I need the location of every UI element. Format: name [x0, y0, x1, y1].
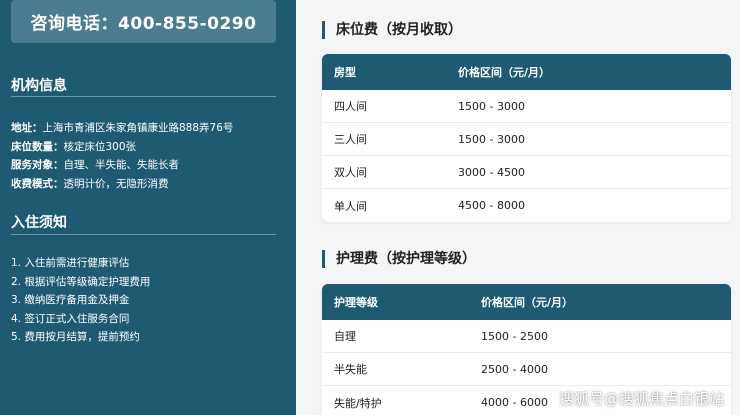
notice-divider: [11, 234, 276, 235]
info-value: 核定床位300张: [63, 140, 137, 153]
cell-price: 1500 - 3000: [458, 132, 525, 146]
org-info-title: 机构信息: [11, 78, 67, 94]
cell-price: 3000 - 4500: [458, 165, 525, 179]
notice-item: 2. 根据评估等级确定护理费用: [11, 275, 151, 288]
cell-price: 2500 - 4000: [481, 362, 548, 376]
cell-room-type: 单人间: [334, 199, 367, 213]
notice-list: 1. 入住前需进行健康评估 2. 根据评估等级确定护理费用 3. 缴纳医疗备用金…: [11, 254, 291, 347]
cell-care-level: 半失能: [334, 363, 367, 376]
cell-price: 4000 - 6000: [481, 396, 548, 409]
info-address: 地址：上海市青浦区朱家角镇康业路888弄76号: [11, 119, 291, 138]
notice-item: 1. 入住前需进行健康评估: [11, 257, 130, 269]
cell-price: 1500 - 3000: [458, 99, 525, 113]
info-key: 收费模式：: [11, 177, 64, 190]
cell-price: 1500 - 2500: [481, 329, 548, 343]
table-row: 三人间 1500 - 3000: [322, 123, 731, 156]
table-row: 单人间 4500 - 8000: [322, 189, 731, 222]
table-row: 四人间 1500 - 3000: [322, 90, 731, 123]
info-key: 地址：: [11, 122, 43, 134]
sidebar: 咨询电话：400-855-0290 机构信息 地址：上海市青浦区朱家角镇康业路8…: [0, 0, 296, 415]
table-header: 房型 价格区间（元/月）: [322, 54, 731, 90]
info-charge-mode: 收费模式：透明计价，无隐形消费: [11, 175, 291, 194]
cell-care-level: 失能/特护: [334, 396, 382, 410]
header-care-level: 护理等级: [334, 296, 378, 309]
org-info-divider: [11, 96, 276, 97]
header-price: 价格区间（元/月）: [481, 296, 574, 309]
info-value: 自理、半失能、失能长者: [63, 159, 180, 171]
info-key: 服务对象：: [11, 159, 64, 171]
cell-room-type: 双人间: [334, 166, 367, 179]
info-service-target: 服务对象：自理、半失能、失能长者: [11, 156, 291, 175]
table-row: 半失能 2500 - 4000: [322, 353, 731, 386]
cell-room-type: 四人间: [334, 100, 367, 113]
cell-care-level: 自理: [334, 330, 356, 343]
info-key: 床位数量：: [11, 140, 64, 153]
notice-item: 4. 签订正式入住服务合同: [11, 312, 130, 325]
main-content: 床位费（按月收取） 房型 价格区间（元/月） 四人间 1500 - 3000 三…: [296, 0, 740, 415]
info-value: 上海市青浦区朱家角镇康业路888弄76号: [42, 122, 234, 134]
notice-item: 5. 费用按月结算，提前预约: [11, 331, 140, 343]
table-row: 双人间 3000 - 4500: [322, 156, 731, 189]
cell-room-type: 三人间: [334, 133, 367, 146]
header-room-type: 房型: [334, 66, 356, 79]
notice-title: 入住须知: [11, 215, 67, 231]
watermark: 搜狐号@搜狐焦点白银站: [558, 390, 724, 408]
info-value: 透明计价，无隐形消费: [63, 177, 169, 190]
info-beds: 床位数量：核定床位300张: [11, 138, 291, 157]
care-fee-title: 护理费（按护理等级）: [322, 250, 476, 268]
table-row: 自理 1500 - 2500: [322, 320, 731, 353]
header-price: 价格区间（元/月）: [458, 66, 551, 79]
notice-item: 3. 缴纳医疗备用金及押金: [11, 294, 130, 306]
cell-price: 4500 - 8000: [458, 199, 525, 212]
org-info-list: 地址：上海市青浦区朱家角镇康业路888弄76号 床位数量：核定床位300张 服务…: [11, 119, 291, 193]
bed-fee-table: 房型 价格区间（元/月） 四人间 1500 - 3000 三人间 1500 - …: [322, 54, 731, 222]
table-header: 护理等级 价格区间（元/月）: [322, 284, 731, 320]
phone-banner[interactable]: 咨询电话：400-855-0290: [11, 0, 276, 43]
bed-fee-title: 床位费（按月收取）: [322, 21, 462, 39]
